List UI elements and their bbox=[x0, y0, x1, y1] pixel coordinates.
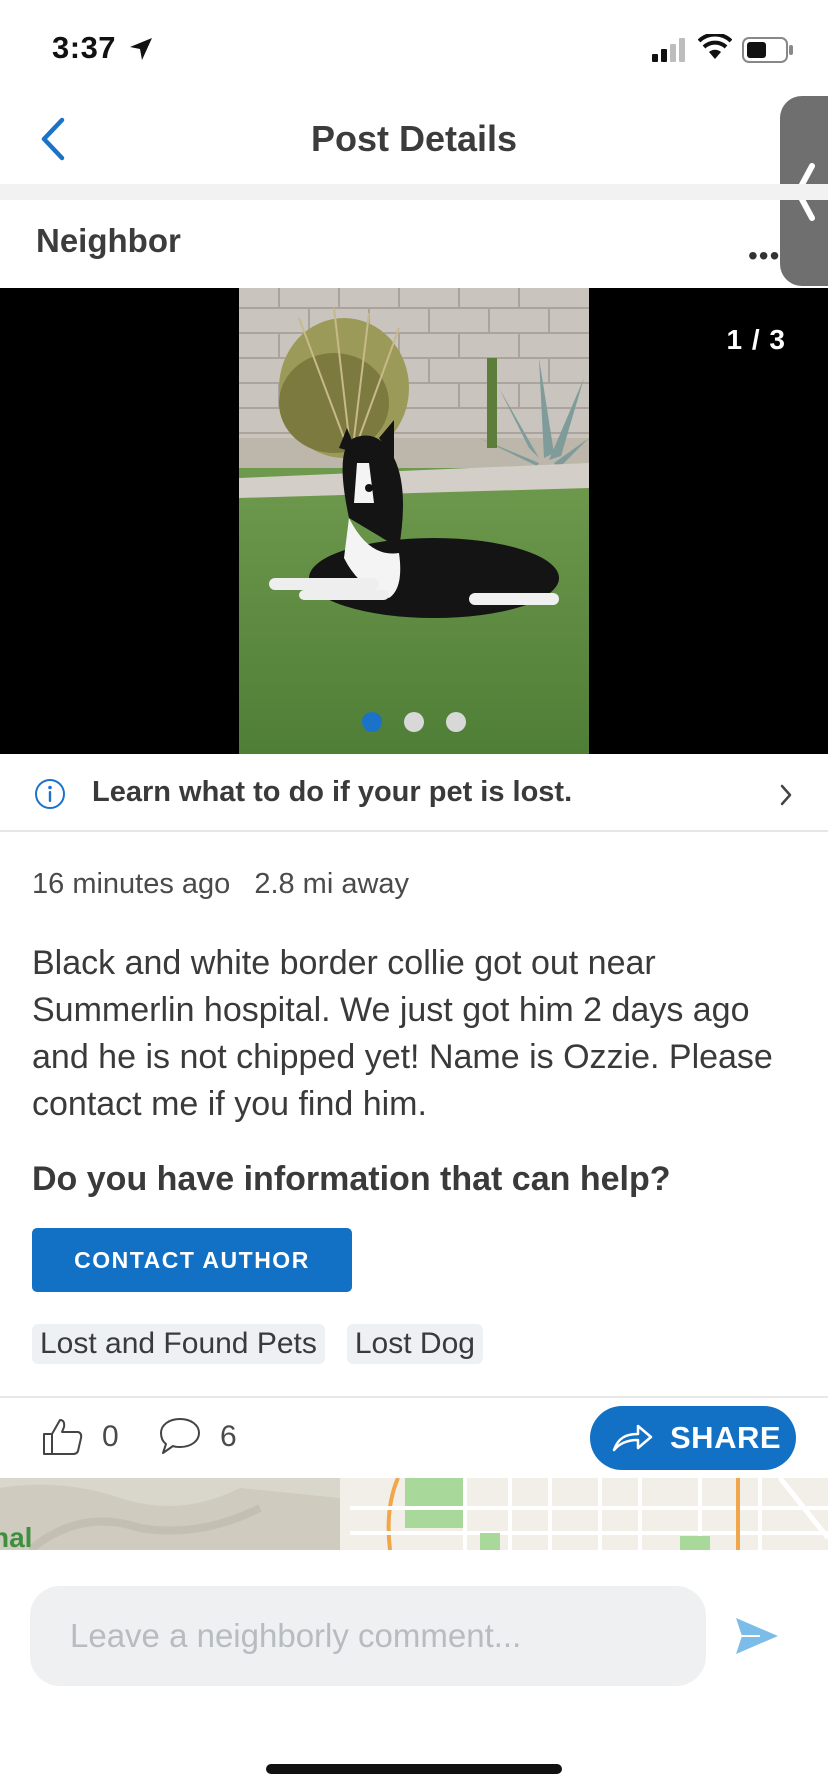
photo-counter: 1 / 3 bbox=[726, 324, 786, 355]
carousel-dot-2[interactable] bbox=[404, 712, 424, 732]
carousel-dot-1[interactable] bbox=[361, 712, 382, 732]
comment-count: 6 bbox=[220, 1420, 237, 1453]
wifi-icon bbox=[698, 34, 732, 59]
author-name[interactable]: Neighbor bbox=[36, 222, 181, 260]
post-actions: 0 6 SHARE bbox=[0, 1398, 828, 1478]
post-body: Black and white border collie got out ne… bbox=[32, 944, 773, 1123]
post-distance: 2.8 mi away bbox=[254, 868, 410, 900]
lost-pet-info-banner[interactable]: Learn what to do if your pet is lost. bbox=[0, 754, 828, 832]
tag-lost-dog[interactable]: Lost Dog bbox=[346, 1324, 483, 1364]
post-meta: 16 minutes ago 2.8 mi away bbox=[32, 868, 409, 901]
location-map[interactable]: nal bbox=[0, 1478, 828, 1550]
like-count: 0 bbox=[102, 1420, 119, 1453]
status-bar: 3:37 bbox=[0, 0, 828, 96]
cellular-signal-icon bbox=[652, 38, 685, 62]
author-row: Neighbor ••• bbox=[0, 200, 828, 288]
status-time: 3:37 bbox=[52, 30, 117, 65]
help-heading: Do you have information that can help? bbox=[32, 1160, 671, 1198]
post-time: 16 minutes ago bbox=[32, 868, 231, 900]
more-options-button[interactable]: ••• bbox=[748, 240, 780, 272]
nav-bar: Post Details bbox=[0, 96, 828, 184]
info-icon bbox=[35, 779, 65, 809]
photo-carousel[interactable]: 1 / 3 bbox=[0, 288, 828, 754]
thumbs-up-icon[interactable] bbox=[42, 1418, 84, 1456]
tag-list: Lost and Found Pets Lost Dog bbox=[32, 1324, 505, 1364]
location-arrow-icon bbox=[130, 38, 152, 60]
info-banner-text: Learn what to do if your pet is lost. bbox=[92, 776, 573, 808]
home-indicator bbox=[266, 1764, 562, 1774]
page-title: Post Details bbox=[310, 118, 518, 159]
chevron-right-icon bbox=[780, 784, 792, 806]
share-button[interactable]: SHARE bbox=[590, 1406, 796, 1470]
map-label: nal bbox=[0, 1522, 33, 1550]
comment-bar bbox=[0, 1550, 828, 1720]
dog-photo-image bbox=[239, 288, 589, 754]
battery-icon bbox=[742, 37, 793, 63]
carousel-dots[interactable] bbox=[0, 712, 828, 737]
comment-bubble-icon[interactable] bbox=[158, 1416, 202, 1456]
map-image bbox=[0, 1478, 828, 1550]
comment-input[interactable] bbox=[30, 1586, 706, 1686]
send-icon[interactable] bbox=[734, 1616, 780, 1656]
dog-photo[interactable] bbox=[239, 288, 589, 754]
carousel-dot-3[interactable] bbox=[446, 712, 467, 732]
tag-lost-and-found-pets[interactable]: Lost and Found Pets bbox=[32, 1324, 325, 1364]
share-label: SHARE bbox=[670, 1420, 782, 1455]
share-arrow-icon bbox=[612, 1424, 653, 1452]
divider bbox=[0, 184, 828, 200]
contact-author-button[interactable]: CONTACT AUTHOR bbox=[32, 1228, 352, 1292]
